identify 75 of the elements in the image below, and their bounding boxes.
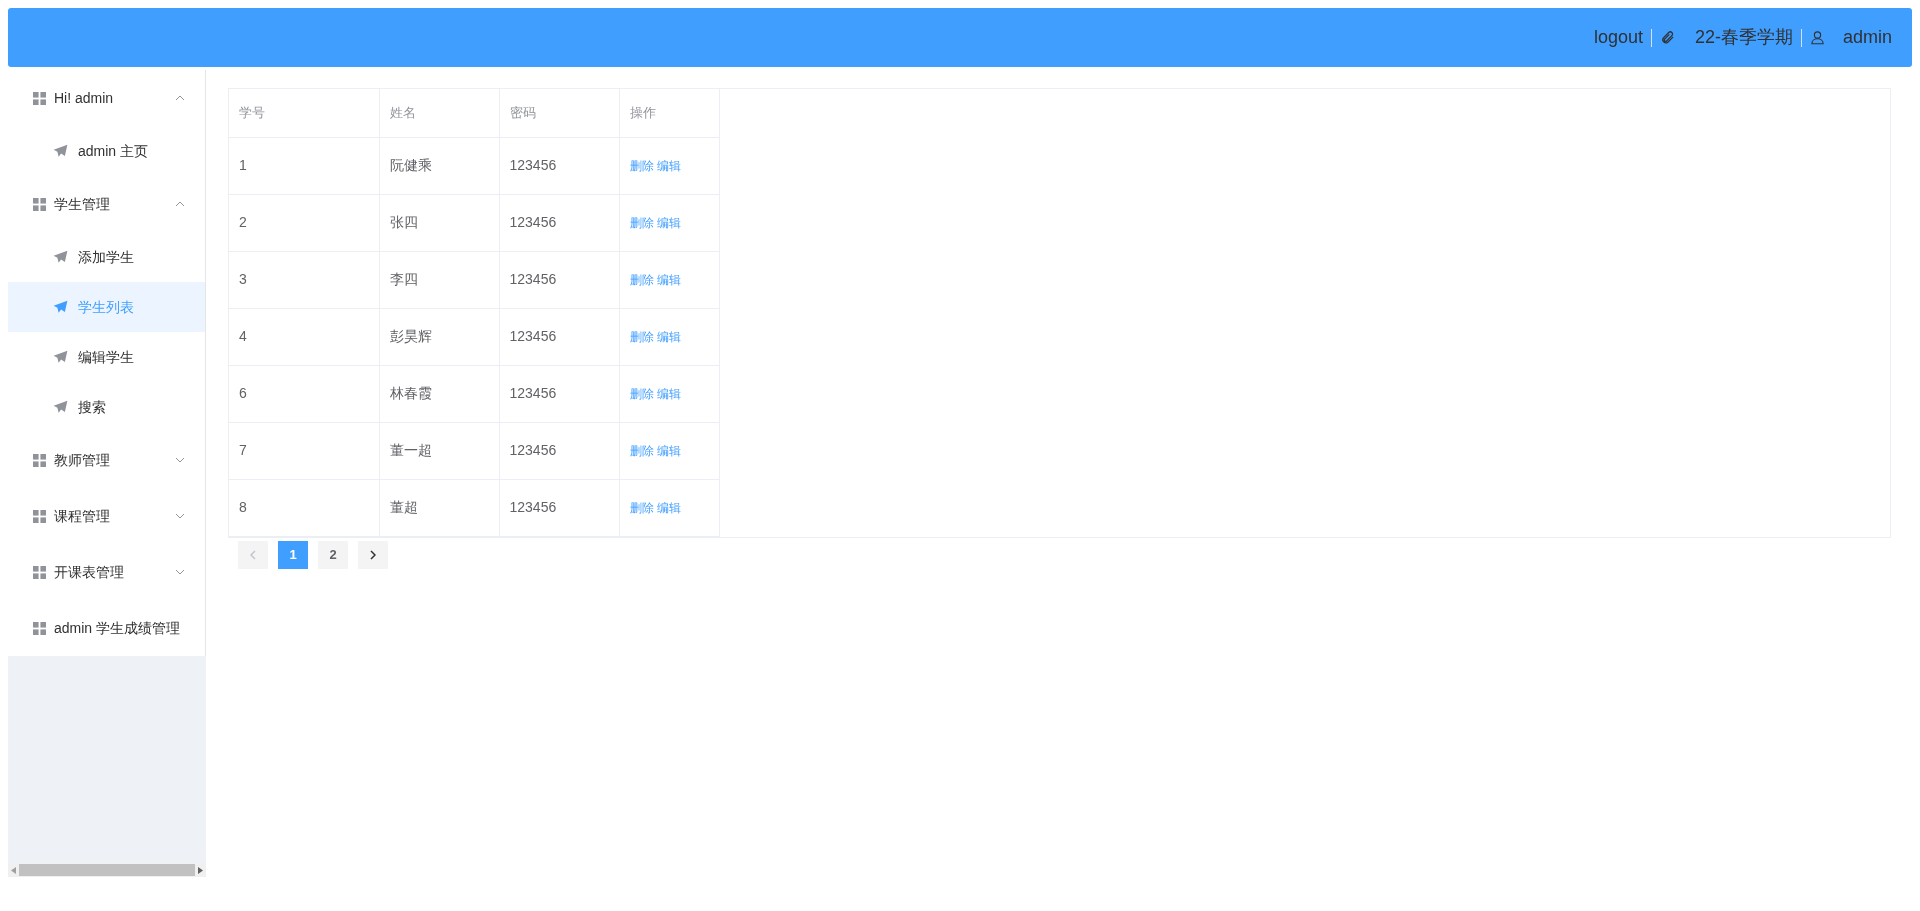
table-cell: 123456 xyxy=(499,137,619,194)
edit-button[interactable]: 编辑 xyxy=(656,442,681,460)
delete-button[interactable]: 删除 xyxy=(629,157,654,175)
edit-button[interactable]: 编辑 xyxy=(656,271,681,289)
scroll-right-icon[interactable] xyxy=(198,866,203,874)
menu-item[interactable]: 添加学生 xyxy=(8,232,205,282)
delete-button[interactable]: 删除 xyxy=(629,499,654,517)
table-cell: 4 xyxy=(229,308,379,365)
table-cell: 123456 xyxy=(499,479,619,536)
edit-button[interactable]: 编辑 xyxy=(656,214,681,232)
menu-item[interactable]: 编辑学生 xyxy=(8,332,205,382)
table-cell: 123456 xyxy=(499,194,619,251)
table-cell: 123456 xyxy=(499,251,619,308)
table-cell: 阮健乘 xyxy=(379,137,499,194)
column-header: 操作 xyxy=(619,89,719,137)
paperclip-icon xyxy=(1659,30,1675,45)
submenu-title[interactable]: 课程管理 xyxy=(8,488,205,544)
submenu-title[interactable]: 开课表管理 xyxy=(8,544,205,600)
grid-icon xyxy=(33,453,46,467)
delete-button[interactable]: 删除 xyxy=(629,214,654,232)
table-cell: 张四 xyxy=(379,194,499,251)
delete-button[interactable]: 删除 xyxy=(629,271,654,289)
grid-icon xyxy=(33,197,46,211)
column-header: 密码 xyxy=(499,89,619,137)
chevron-right-icon xyxy=(370,549,376,560)
menu-item[interactable]: admin 主页 xyxy=(8,126,205,176)
next-page-button[interactable] xyxy=(358,540,388,569)
paper-plane-icon xyxy=(53,400,68,414)
table-cell: 123456 xyxy=(499,308,619,365)
table-cell: 董一超 xyxy=(379,422,499,479)
table-cell: 董超 xyxy=(379,479,499,536)
edit-button[interactable]: 编辑 xyxy=(656,385,681,403)
table-cell: 123456 xyxy=(499,422,619,479)
delete-button[interactable]: 删除 xyxy=(629,442,654,460)
table-cell: 3 xyxy=(229,251,379,308)
scroll-left-icon[interactable] xyxy=(11,866,16,874)
edit-button[interactable]: 编辑 xyxy=(656,328,681,346)
delete-button[interactable]: 删除 xyxy=(629,385,654,403)
table-cell: 2 xyxy=(229,194,379,251)
table-cell: 彭昊辉 xyxy=(379,308,499,365)
column-header: 学号 xyxy=(229,89,379,137)
edit-button[interactable]: 编辑 xyxy=(656,499,681,517)
username-label: admin xyxy=(1842,26,1892,49)
term-label: 22-春季学期 xyxy=(1694,26,1793,49)
paper-plane-icon xyxy=(53,144,68,158)
grid-icon xyxy=(33,621,46,635)
chevron-left-icon xyxy=(250,549,256,560)
column-header: 姓名 xyxy=(379,89,499,137)
submenu-title[interactable]: 学生管理 xyxy=(8,176,205,232)
table-cell: 1 xyxy=(229,137,379,194)
table-cell: 123456 xyxy=(499,365,619,422)
table-cell: 6 xyxy=(229,365,379,422)
table-cell: 7 xyxy=(229,422,379,479)
page-button[interactable]: 2 xyxy=(318,540,348,569)
paper-plane-icon xyxy=(53,350,68,364)
grid-icon xyxy=(33,565,46,579)
menu-item[interactable]: admin 学生成绩管理 xyxy=(8,600,205,656)
user-icon xyxy=(1809,30,1825,45)
table-cell: 林春霞 xyxy=(379,365,499,422)
horizontal-scrollbar[interactable] xyxy=(8,863,206,877)
menu-item[interactable]: 学生列表 xyxy=(8,282,205,332)
menu-item[interactable]: 搜索 xyxy=(8,382,205,432)
submenu-title[interactable]: 教师管理 xyxy=(8,432,205,488)
logout-link[interactable]: logout xyxy=(1593,24,1643,51)
paper-plane-icon xyxy=(53,250,68,264)
table-cell: 李四 xyxy=(379,251,499,308)
edit-button[interactable]: 编辑 xyxy=(656,157,681,175)
table-cell: 8 xyxy=(229,479,379,536)
grid-icon xyxy=(33,91,46,105)
grid-icon xyxy=(33,509,46,523)
paper-plane-icon xyxy=(53,300,68,314)
submenu-title[interactable]: Hi! admin xyxy=(8,70,205,126)
page-button[interactable]: 1 xyxy=(278,540,308,569)
delete-button[interactable]: 删除 xyxy=(629,328,654,346)
scrollbar-thumb[interactable] xyxy=(19,864,195,876)
